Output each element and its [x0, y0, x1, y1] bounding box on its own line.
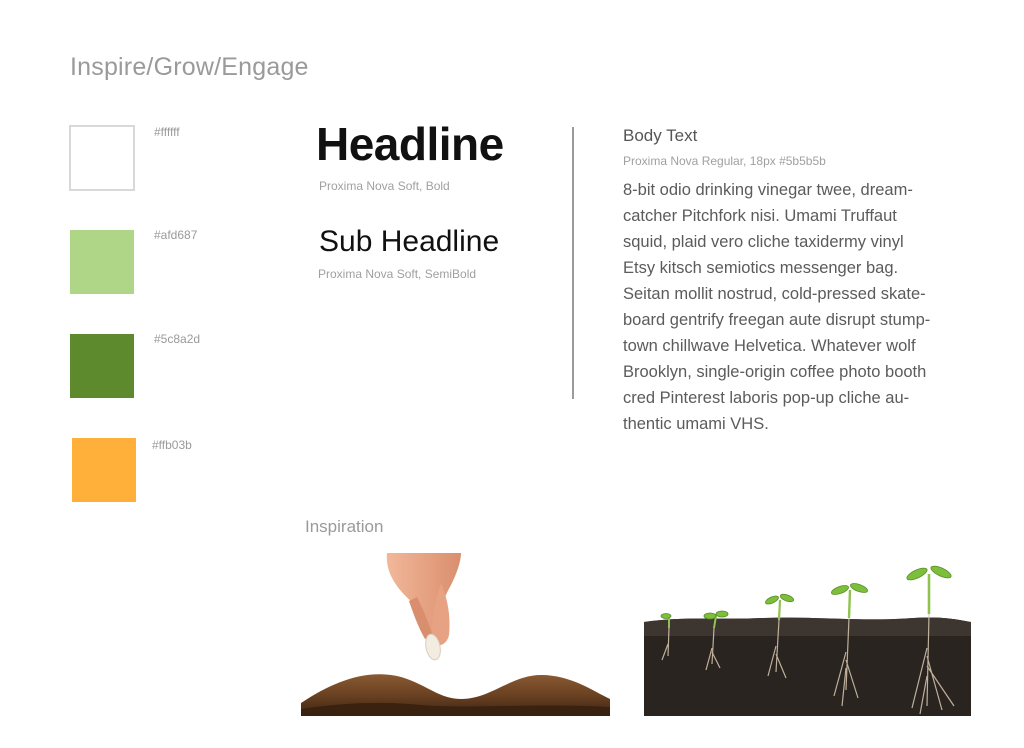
body-line: Brooklyn, single-origin coffee photo boo… — [623, 363, 927, 381]
page-title: Inspire/Grow/Engage — [70, 53, 309, 81]
swatch-light-green-hex: #afd687 — [154, 228, 198, 242]
swatch-dark-green-hex: #5c8a2d — [154, 332, 201, 346]
inspiration-label: Inspiration — [305, 517, 384, 536]
swatch-orange — [72, 438, 136, 502]
body-line: Seitan mollit nostrud, cold-pressed skat… — [623, 285, 926, 303]
body-text-title: Body Text — [623, 126, 698, 145]
swatch-dark-green — [70, 334, 134, 398]
body-line: Etsy kitsch semiotics messenger bag. — [623, 259, 899, 277]
subheadline-font-note: Proxima Nova Soft, SemiBold — [318, 267, 477, 281]
swatch-light-green — [70, 230, 134, 294]
body-line: 8-bit odio drinking vinegar twee, dream- — [623, 181, 913, 199]
body-text-spec: Proxima Nova Regular, 18px #5b5b5b — [623, 154, 826, 168]
vertical-divider — [572, 127, 574, 399]
body-line: thentic umami VHS. — [623, 415, 769, 433]
body-line: cred Pinterest laboris pop-up cliche au- — [623, 389, 910, 407]
subheadline-sample: Sub Headline — [319, 225, 500, 258]
body-line: squid, plaid vero cliche taxidermy vinyl — [623, 233, 904, 251]
headline-font-note: Proxima Nova Soft, Bold — [319, 179, 450, 193]
body-line: catcher Pitchfork nisi. Umami Truffaut — [623, 207, 897, 225]
body-text-sample: 8-bit odio drinking vinegar twee, dream-… — [623, 177, 953, 437]
swatch-white — [69, 125, 135, 191]
swatch-white-hex: #ffffff — [154, 125, 180, 139]
body-line: board gentrify freegan aute disrupt stum… — [623, 311, 931, 329]
headline-sample: Headline — [316, 118, 504, 170]
inspiration-photo-seed-planting — [301, 553, 610, 716]
body-line: town chillwave Helvetica. Whatever wolf — [623, 337, 916, 355]
inspiration-photo-seedlings — [644, 556, 971, 716]
swatch-orange-hex: #ffb03b — [152, 438, 192, 452]
